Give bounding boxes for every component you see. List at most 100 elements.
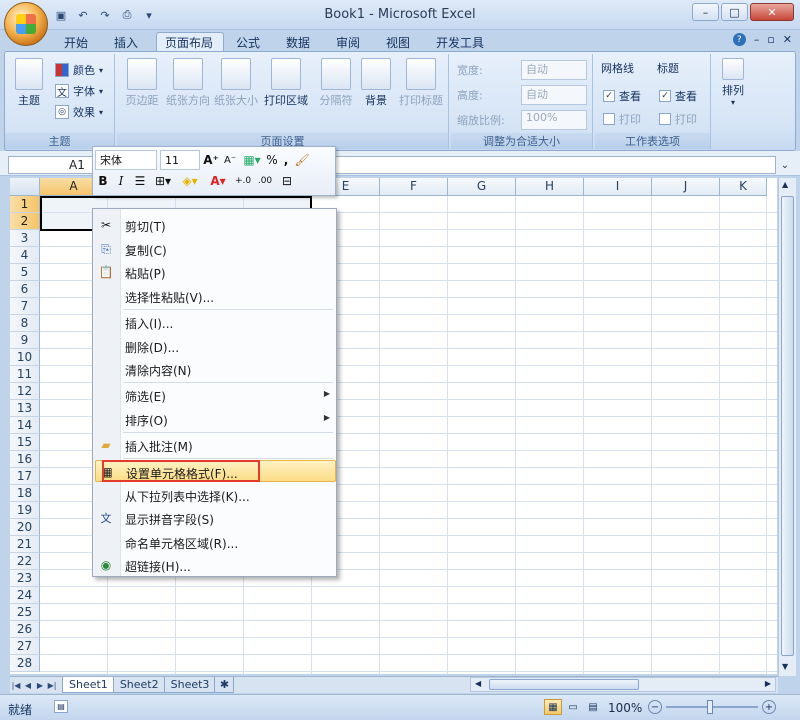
- currency-format-icon[interactable]: ▦▾: [241, 153, 263, 167]
- column-header-h[interactable]: H: [516, 178, 584, 196]
- wb-minimize-icon[interactable]: –: [754, 33, 760, 46]
- menu-item-delete[interactable]: 删除(D)...: [95, 335, 336, 357]
- format-painter-icon[interactable]: 🖌: [294, 153, 310, 167]
- row-header-8[interactable]: 8: [10, 315, 40, 332]
- row-header-22[interactable]: 22: [10, 553, 40, 570]
- row-header-19[interactable]: 19: [10, 502, 40, 519]
- effects-button[interactable]: ◎ 效果 ▾: [55, 102, 103, 122]
- row-header-5[interactable]: 5: [10, 264, 40, 281]
- row-header-9[interactable]: 9: [10, 332, 40, 349]
- macro-record-icon[interactable]: ▤: [54, 700, 68, 713]
- zoom-slider-thumb[interactable]: [707, 700, 713, 714]
- menu-item-sort[interactable]: 排序(O) ▶: [95, 408, 336, 430]
- column-header-i[interactable]: I: [584, 178, 652, 196]
- tab-view[interactable]: 视图: [378, 32, 418, 52]
- row-header-4[interactable]: 4: [10, 247, 40, 264]
- row-header-15[interactable]: 15: [10, 434, 40, 451]
- row-header-16[interactable]: 16: [10, 451, 40, 468]
- orientation-button[interactable]: 纸张方向: [165, 58, 211, 108]
- print-titles-button[interactable]: 打印标题: [395, 58, 447, 108]
- row-header-2[interactable]: 2: [10, 213, 40, 230]
- bold-icon[interactable]: B: [97, 174, 109, 188]
- row-header-17[interactable]: 17: [10, 468, 40, 485]
- row-header-7[interactable]: 7: [10, 298, 40, 315]
- row-header-18[interactable]: 18: [10, 485, 40, 502]
- row-header-1[interactable]: 1: [10, 196, 40, 213]
- page-break-view-icon[interactable]: ▤: [584, 699, 602, 715]
- sheet-tab-3[interactable]: Sheet3: [163, 677, 217, 693]
- tab-page-layout[interactable]: 页面布局: [156, 32, 224, 52]
- size-button[interactable]: 纸张大小: [213, 58, 259, 108]
- scroll-down-icon[interactable]: ▼: [782, 662, 788, 671]
- page-layout-view-icon[interactable]: ▭: [564, 699, 582, 715]
- column-header-k[interactable]: K: [720, 178, 767, 196]
- menu-item-hyperlink[interactable]: ◉ 超链接(H)...: [95, 554, 336, 576]
- select-all-corner[interactable]: [10, 178, 40, 196]
- row-header-21[interactable]: 21: [10, 536, 40, 553]
- gridlines-print-checkbox[interactable]: 打印: [603, 109, 641, 129]
- colors-button[interactable]: 颜色 ▾: [55, 60, 103, 80]
- arrange-button[interactable]: 排列 ▾: [713, 58, 753, 107]
- wb-restore-icon[interactable]: ▫: [767, 33, 774, 46]
- column-header-j[interactable]: J: [652, 178, 720, 196]
- headings-view-checkbox[interactable]: ✓ 查看: [659, 86, 697, 106]
- row-header-12[interactable]: 12: [10, 383, 40, 400]
- scroll-left-icon[interactable]: ◀: [475, 679, 481, 688]
- increase-decimal-icon[interactable]: +.0: [235, 176, 251, 186]
- row-header-6[interactable]: 6: [10, 281, 40, 298]
- sheet-tab-1[interactable]: Sheet1: [62, 677, 115, 693]
- zoom-in-icon[interactable]: +: [762, 700, 776, 714]
- close-button[interactable]: ✕: [750, 3, 794, 21]
- row-header-3[interactable]: 3: [10, 230, 40, 247]
- menu-item-paste-special[interactable]: 选择性粘贴(V)...: [95, 285, 336, 307]
- normal-view-icon[interactable]: ▦: [544, 699, 562, 715]
- grow-font-icon[interactable]: A⁺: [203, 153, 219, 167]
- width-select[interactable]: 自动: [521, 60, 587, 80]
- scale-input[interactable]: 100%: [521, 110, 587, 130]
- gridlines-view-checkbox[interactable]: ✓ 查看: [603, 86, 641, 106]
- column-header-f[interactable]: F: [380, 178, 448, 196]
- menu-item-define-name[interactable]: 命名单元格区域(R)...: [95, 531, 336, 553]
- maximize-button[interactable]: □: [721, 3, 748, 21]
- row-header-27[interactable]: 27: [10, 638, 40, 655]
- merge-center-icon[interactable]: ⊟: [279, 174, 295, 188]
- last-sheet-icon[interactable]: ▶|: [46, 678, 58, 693]
- office-button[interactable]: [4, 2, 48, 46]
- row-header-11[interactable]: 11: [10, 366, 40, 383]
- themes-button[interactable]: 主题: [9, 58, 49, 108]
- percent-icon[interactable]: %: [266, 153, 278, 167]
- shrink-font-icon[interactable]: A⁻: [222, 155, 238, 166]
- help-icon[interactable]: ?: [732, 33, 746, 46]
- menu-item-copy[interactable]: ⎘ 复制(C): [95, 238, 336, 260]
- comma-icon[interactable]: ,: [281, 153, 291, 167]
- margins-button[interactable]: 页边距: [119, 58, 165, 108]
- row-header-10[interactable]: 10: [10, 349, 40, 366]
- insert-sheet-icon[interactable]: ✱: [214, 677, 235, 693]
- name-box[interactable]: A1: [8, 156, 96, 174]
- menu-item-insert[interactable]: 插入(I)...: [95, 311, 336, 333]
- minimize-button[interactable]: –: [692, 3, 719, 21]
- fonts-button[interactable]: 文字体 ▾: [55, 81, 103, 101]
- scroll-right-icon[interactable]: ▶: [765, 679, 771, 688]
- prev-sheet-icon[interactable]: ◀: [22, 678, 34, 693]
- tab-insert[interactable]: 插入: [106, 32, 146, 52]
- font-size-select[interactable]: 11: [160, 150, 200, 170]
- row-header-14[interactable]: 14: [10, 417, 40, 434]
- headings-print-checkbox[interactable]: 打印: [659, 109, 697, 129]
- sheet-tab-2[interactable]: Sheet2: [112, 677, 166, 693]
- horizontal-scroll-thumb[interactable]: [489, 679, 639, 690]
- tab-review[interactable]: 审阅: [328, 32, 368, 52]
- row-header-25[interactable]: 25: [10, 604, 40, 621]
- expand-formula-icon[interactable]: ⌄: [778, 156, 792, 174]
- row-header-23[interactable]: 23: [10, 570, 40, 587]
- menu-item-clear-contents[interactable]: 清除内容(N): [95, 358, 336, 380]
- zoom-level[interactable]: 100%: [608, 701, 642, 715]
- tab-home[interactable]: 开始: [56, 32, 96, 52]
- print-area-button[interactable]: 打印区域: [263, 58, 309, 108]
- row-header-24[interactable]: 24: [10, 587, 40, 604]
- scroll-up-icon[interactable]: ▲: [782, 180, 788, 189]
- italic-icon[interactable]: I: [115, 174, 127, 188]
- first-sheet-icon[interactable]: |◀: [10, 678, 22, 693]
- row-header-20[interactable]: 20: [10, 519, 40, 536]
- decrease-decimal-icon[interactable]: .00: [257, 176, 273, 186]
